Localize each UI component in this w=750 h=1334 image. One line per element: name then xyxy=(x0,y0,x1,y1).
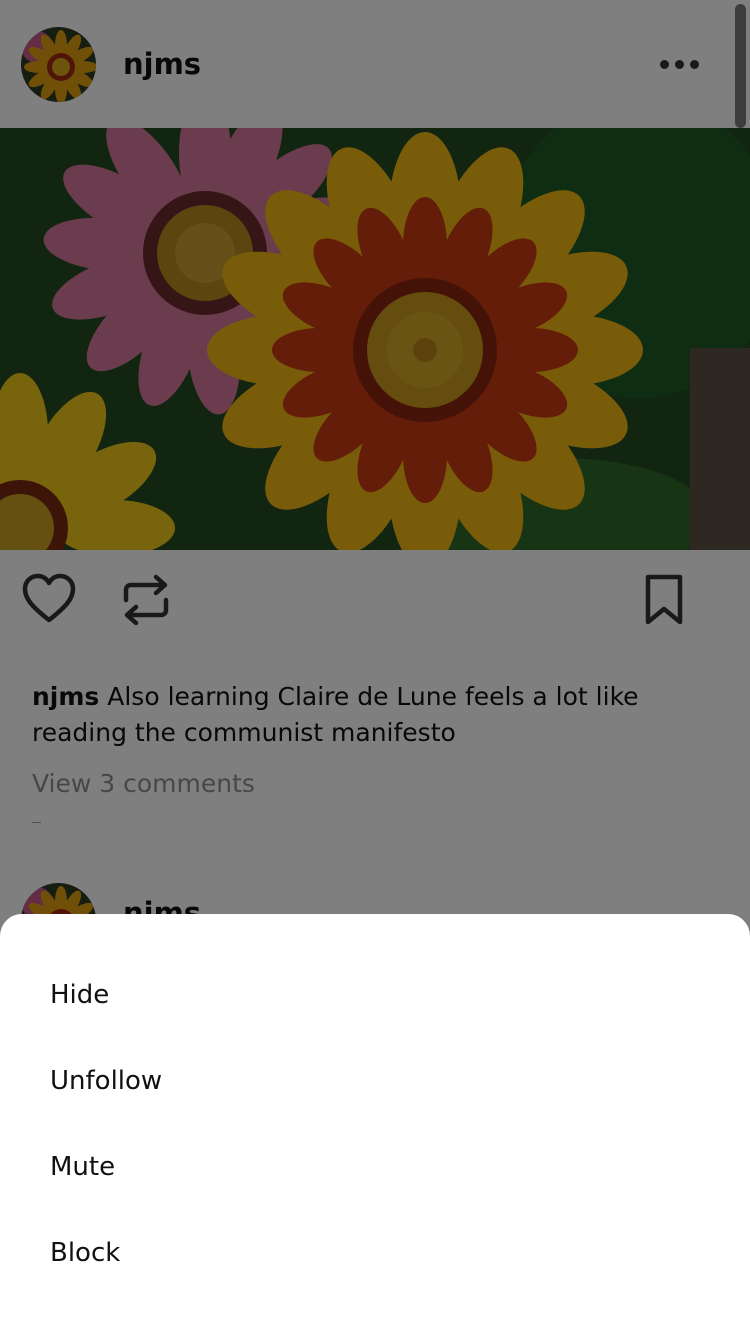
post-options-sheet: Hide Unfollow Mute Block xyxy=(0,914,750,1334)
menu-item-mute[interactable]: Mute xyxy=(0,1124,750,1210)
menu-item-block[interactable]: Block xyxy=(0,1210,750,1296)
menu-item-hide[interactable]: Hide xyxy=(0,952,750,1038)
menu-item-unfollow[interactable]: Unfollow xyxy=(0,1038,750,1124)
